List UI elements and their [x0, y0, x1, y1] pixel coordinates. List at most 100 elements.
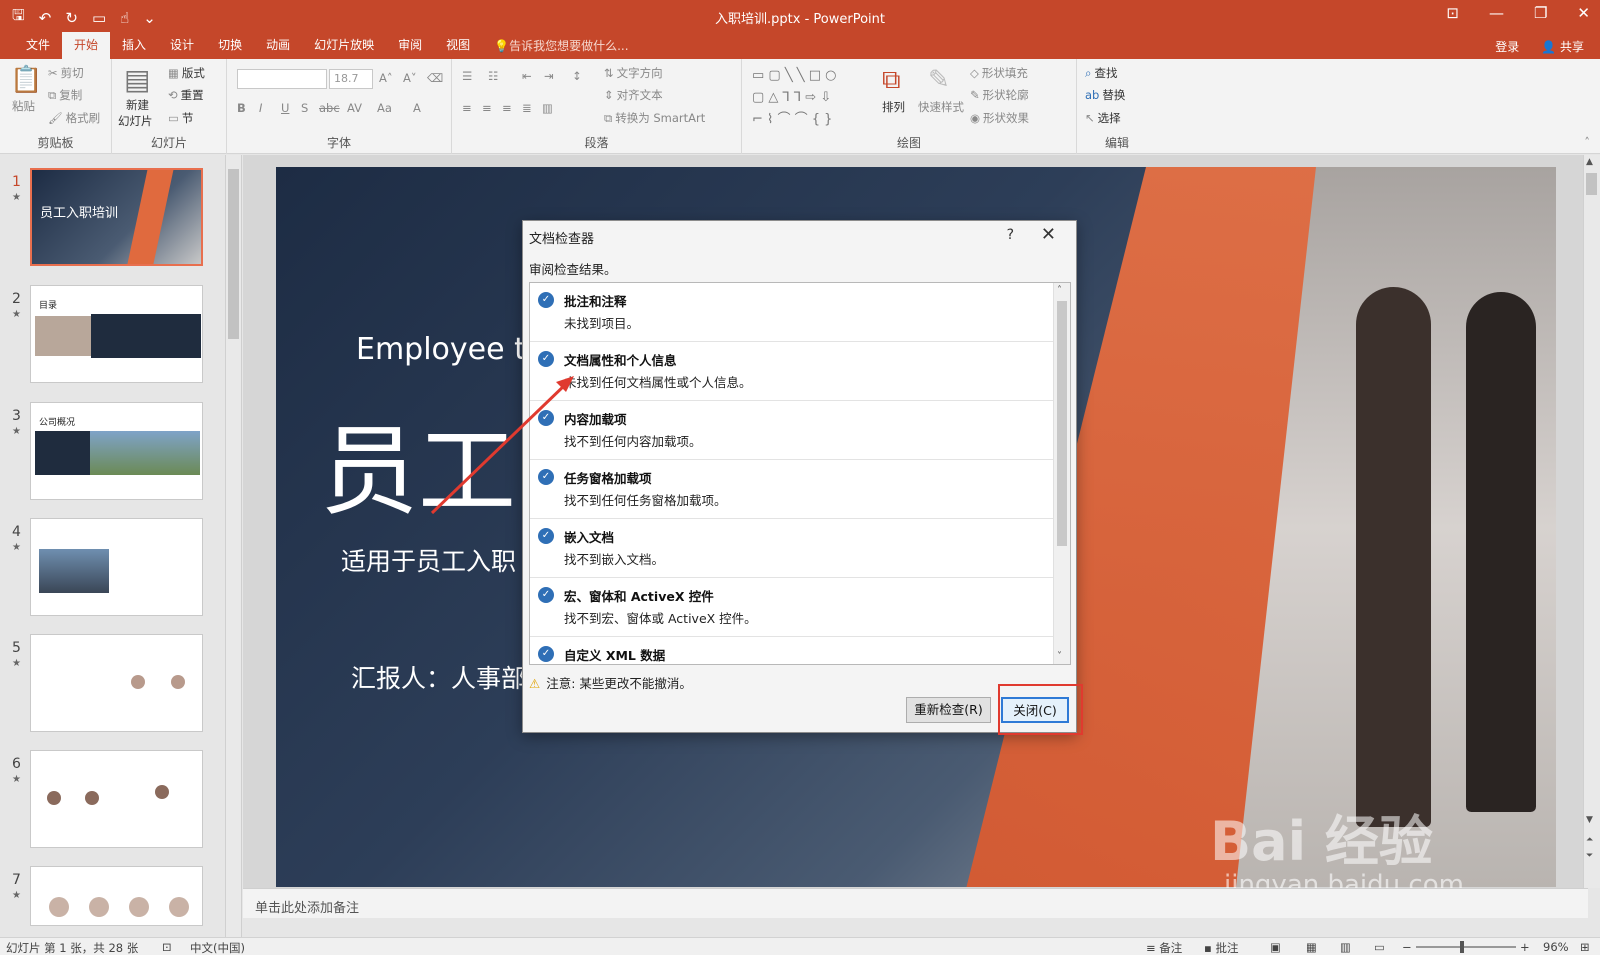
reset-button[interactable]: ⟲ 重置: [168, 87, 204, 103]
slide-reporter[interactable]: 汇报人：人事部: [351, 659, 526, 695]
char-spacing-icon[interactable]: AV: [347, 101, 362, 115]
line-spacing-icon[interactable]: ↕: [572, 69, 582, 83]
share-button[interactable]: 👤 共享: [1541, 38, 1584, 55]
reading-view-icon[interactable]: ▥: [1340, 940, 1351, 954]
shrink-font-icon[interactable]: A˅: [403, 71, 417, 85]
thumbnail-slide-5[interactable]: 5 ★: [0, 634, 225, 750]
tab-view[interactable]: 视图: [434, 32, 482, 59]
collapse-ribbon-icon[interactable]: ˄: [1584, 135, 1590, 149]
tab-animations[interactable]: 动画: [254, 32, 302, 59]
arrange-button[interactable]: 排列: [882, 99, 905, 115]
slide-scrollbar[interactable]: ▲ ▼ ⏶ ⏷: [1583, 155, 1600, 888]
shadow-icon[interactable]: S: [301, 101, 308, 115]
scroll-up-icon[interactable]: ▲: [1586, 157, 1593, 167]
select-button[interactable]: ↖ 选择: [1085, 110, 1121, 126]
fit-slide-icon[interactable]: ⊞: [1580, 940, 1590, 954]
shape-fill-button[interactable]: ◇ 形状填充: [970, 65, 1028, 81]
next-slide-icon[interactable]: ⏷: [1586, 851, 1593, 861]
thumbnail-scrollbar-thumb[interactable]: [228, 169, 239, 339]
layout-button[interactable]: ▦ 版式: [168, 65, 205, 81]
underline-icon[interactable]: U: [281, 101, 289, 115]
arrange-icon[interactable]: ⧉: [882, 65, 901, 96]
thumbnail-slide-3[interactable]: 3 ★ 公司概况: [0, 402, 225, 518]
find-button[interactable]: ⌕ 查找: [1085, 65, 1117, 81]
zoom-slider-thumb[interactable]: [1460, 941, 1464, 953]
slide-scrollbar-thumb[interactable]: [1586, 173, 1597, 195]
slide-sorter-icon[interactable]: ▦: [1306, 940, 1317, 954]
slide-description[interactable]: 适用于员工入职: [341, 542, 516, 578]
align-left-icon[interactable]: ≡: [462, 101, 472, 115]
thumbnail-slide-6[interactable]: 6 ★: [0, 750, 225, 866]
results-scrollbar-thumb[interactable]: [1057, 301, 1067, 546]
format-painter-button[interactable]: 🖌 格式刷: [48, 110, 100, 126]
strikethrough-icon[interactable]: abc: [319, 101, 340, 115]
section-button[interactable]: ▭ 节: [168, 110, 193, 126]
notes-placeholder[interactable]: 单击此处添加备注: [255, 897, 359, 916]
shapes-gallery[interactable]: ▭ ▢ ╲ ╲ □ ○ ▢ △ ⅂ ⅂ ⇨ ⇩ ⌐ ⌇ ⌒ ⌒ { }: [752, 65, 837, 131]
replace-button[interactable]: ab 替换: [1085, 87, 1125, 103]
tab-transitions[interactable]: 切换: [206, 32, 254, 59]
notes-toggle[interactable]: ≡ 备注: [1146, 940, 1182, 955]
dialog-close-icon[interactable]: ✕: [1041, 224, 1056, 245]
slide-subtitle-en[interactable]: Employee t: [356, 332, 526, 367]
bullets-icon[interactable]: ☰: [462, 69, 472, 83]
font-name-input[interactable]: [237, 69, 327, 89]
justify-icon[interactable]: ≣: [522, 101, 532, 115]
quick-styles-icon[interactable]: ✎: [928, 65, 950, 95]
login-link[interactable]: 登录: [1495, 38, 1519, 55]
numbering-icon[interactable]: ☷: [488, 69, 498, 83]
normal-view-icon[interactable]: ▣: [1270, 940, 1281, 954]
font-size-input[interactable]: 18.7: [329, 69, 373, 89]
thumbnail-scrollbar[interactable]: [225, 155, 241, 938]
shape-outline-button[interactable]: ✎ 形状轮廓: [970, 87, 1029, 103]
thumbnail-slide-2[interactable]: 2 ★ 目录: [0, 285, 225, 401]
tab-review[interactable]: 审阅: [386, 32, 434, 59]
grow-font-icon[interactable]: A˄: [379, 71, 393, 85]
thumbnail-slide-1[interactable]: 1 ★ 员工入职培训: [0, 168, 225, 284]
new-slide-icon[interactable]: ▤: [124, 63, 150, 96]
tab-home[interactable]: 开始: [62, 32, 111, 59]
minimize-icon[interactable]: —: [1489, 4, 1504, 22]
results-scrollbar[interactable]: ˄ ˅: [1053, 283, 1070, 664]
tab-design[interactable]: 设计: [158, 32, 206, 59]
reinspect-button[interactable]: 重新检查(R): [906, 697, 991, 723]
new-slide-button-line1[interactable]: 新建: [126, 97, 149, 113]
restore-icon[interactable]: ❐: [1534, 4, 1547, 22]
tab-insert[interactable]: 插入: [110, 32, 158, 59]
font-color-icon[interactable]: A: [413, 101, 421, 115]
new-slide-button-line2[interactable]: 幻灯片: [118, 113, 153, 129]
decrease-indent-icon[interactable]: ⇤: [522, 69, 532, 83]
help-icon[interactable]: ?: [1007, 227, 1014, 243]
zoom-out-icon[interactable]: −: [1402, 940, 1412, 954]
change-case-icon[interactable]: Aa: [377, 101, 392, 115]
increase-indent-icon[interactable]: ⇥: [544, 69, 554, 83]
align-center-icon[interactable]: ≡: [482, 101, 492, 115]
cut-button[interactable]: ✂ 剪切: [48, 65, 84, 81]
notes-pane[interactable]: 单击此处添加备注: [243, 888, 1588, 918]
spelling-icon[interactable]: ⊡: [162, 940, 172, 954]
scroll-down-icon[interactable]: ˅: [1057, 651, 1062, 662]
zoom-in-icon[interactable]: +: [1520, 940, 1530, 954]
zoom-level[interactable]: 96%: [1543, 940, 1569, 954]
slideshow-view-icon[interactable]: ▭: [1374, 940, 1385, 954]
thumbnail-slide-4[interactable]: 4 ★: [0, 518, 225, 634]
quick-styles-button[interactable]: 快速样式: [918, 99, 964, 115]
ribbon-display-icon[interactable]: ⊡: [1446, 4, 1459, 22]
clear-format-icon[interactable]: ⌫: [427, 71, 443, 85]
tab-file[interactable]: 文件: [14, 32, 62, 59]
tab-slideshow[interactable]: 幻灯片放映: [302, 32, 386, 59]
paste-button[interactable]: 粘贴: [12, 98, 35, 114]
columns-icon[interactable]: ▥: [542, 101, 553, 115]
close-window-icon[interactable]: ✕: [1577, 4, 1590, 22]
language-status[interactable]: 中文(中国): [190, 940, 245, 955]
scroll-up-icon[interactable]: ˄: [1057, 285, 1062, 296]
slide-title-cn[interactable]: 员工: [320, 392, 516, 534]
comments-toggle[interactable]: ▪ 批注: [1204, 940, 1238, 955]
paste-icon[interactable]: 📋: [10, 65, 42, 95]
align-right-icon[interactable]: ≡: [502, 101, 512, 115]
scroll-down-icon[interactable]: ▼: [1586, 815, 1593, 825]
zoom-slider[interactable]: [1416, 946, 1516, 948]
text-direction-button[interactable]: ⇅ 文字方向: [604, 65, 663, 81]
shape-effects-button[interactable]: ◉ 形状效果: [970, 110, 1029, 126]
align-text-button[interactable]: ⇕ 对齐文本: [604, 87, 663, 103]
